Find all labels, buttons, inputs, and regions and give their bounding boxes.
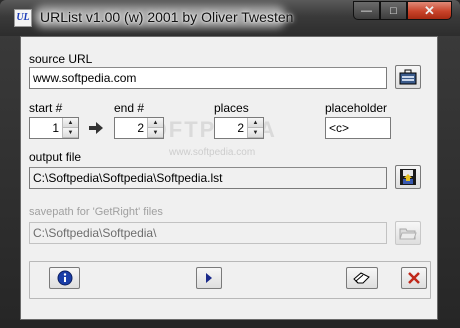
savepath-input[interactable]: C:\Softpedia\Softpedia\ (29, 222, 387, 244)
close-window-button[interactable]: ✕ (407, 1, 452, 20)
arrow-right-icon (89, 122, 103, 134)
main-panel: SOFTPEDIA www.softpedia.com source URL w… (20, 36, 438, 320)
save-output-button[interactable] (395, 165, 421, 189)
app-icon[interactable]: UL (14, 9, 32, 27)
maximize-button[interactable]: □ (380, 1, 407, 20)
title-bar[interactable]: UL URList v1.00 (w) 2001 by Oliver Twest… (0, 0, 460, 36)
places-label: places (214, 101, 249, 115)
places-down-arrow[interactable]: ▼ (248, 128, 263, 138)
start-button[interactable] (196, 267, 222, 289)
end-spinner[interactable]: 2 ▲ ▼ (114, 117, 164, 139)
output-file-label: output file (29, 150, 82, 164)
places-spinner[interactable]: 2 ▲ ▼ (214, 117, 264, 139)
window-title: URList v1.00 (w) 2001 by Oliver Twesten (40, 9, 294, 25)
end-value: 2 (137, 121, 144, 135)
maximize-icon: □ (390, 4, 397, 17)
folder-icon (399, 228, 417, 240)
briefcase-icon (399, 69, 417, 85)
close-icon: ✕ (424, 2, 435, 18)
minimize-icon: — (361, 4, 372, 17)
app-window: UL URList v1.00 (w) 2001 by Oliver Twest… (0, 0, 460, 328)
save-disk-icon (400, 169, 416, 185)
start-down-arrow[interactable]: ▼ (63, 128, 78, 138)
eraser-icon (353, 272, 370, 284)
clear-button[interactable] (346, 267, 378, 289)
start-label: start # (29, 101, 63, 115)
places-up-arrow[interactable]: ▲ (248, 118, 263, 128)
info-button[interactable] (49, 267, 80, 289)
start-up-arrow[interactable]: ▲ (63, 118, 78, 128)
end-down-arrow[interactable]: ▼ (148, 128, 163, 138)
savepath-label: savepath for 'GetRight' files (29, 206, 163, 218)
placeholder-input[interactable]: <c> (325, 117, 391, 139)
start-spinner[interactable]: 1 ▲ ▼ (29, 117, 79, 139)
play-icon (206, 273, 212, 283)
places-value: 2 (237, 121, 244, 135)
source-url-input[interactable]: www.softpedia.com (29, 67, 387, 89)
exit-button[interactable] (401, 267, 427, 289)
end-label: end # (114, 101, 145, 115)
browse-folder-button[interactable] (395, 221, 421, 245)
info-icon (57, 270, 72, 286)
end-up-arrow[interactable]: ▲ (148, 118, 163, 128)
watermark-url: www.softpedia.com (169, 147, 256, 158)
open-url-button[interactable] (395, 65, 421, 89)
placeholder-label: placeholder (325, 101, 388, 115)
close-x-icon (408, 272, 420, 284)
start-value: 1 (52, 121, 59, 135)
minimize-button[interactable]: — (353, 1, 380, 20)
output-file-input[interactable]: C:\Softpedia\Softpedia\Softpedia.lst (29, 167, 387, 189)
source-url-label: source URL (29, 52, 93, 66)
